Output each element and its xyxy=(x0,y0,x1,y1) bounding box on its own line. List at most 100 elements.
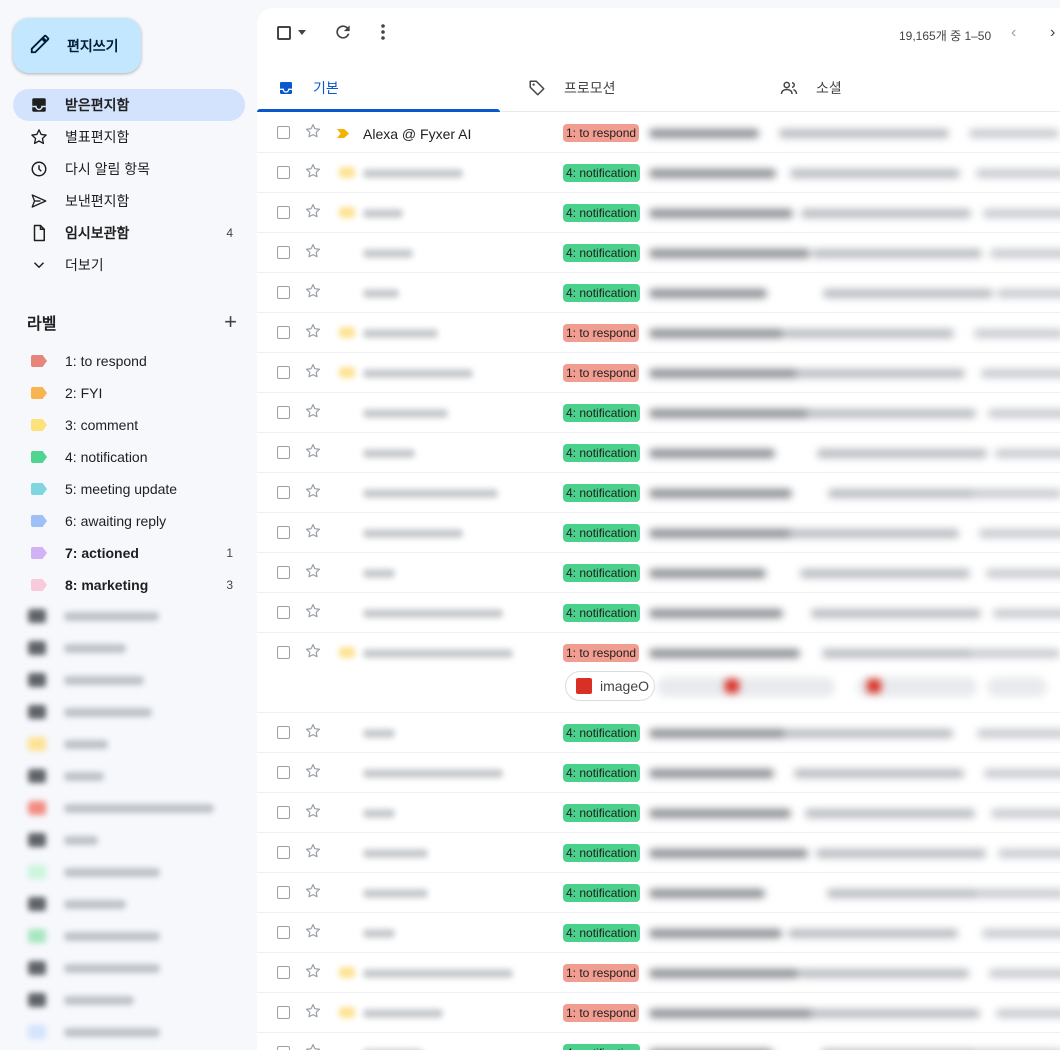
star-icon[interactable] xyxy=(304,122,322,140)
redacted-label-item[interactable] xyxy=(28,984,228,1016)
email-row[interactable]: 4: notification xyxy=(257,433,1060,473)
star-icon[interactable] xyxy=(304,162,322,180)
sidebar-item-draft[interactable]: 임시보관함 4 xyxy=(13,217,245,249)
redacted-label-item[interactable] xyxy=(28,760,228,792)
row-checkbox[interactable] xyxy=(277,966,290,979)
select-caret-icon[interactable] xyxy=(298,30,306,35)
compose-button[interactable]: 편지쓰기 xyxy=(13,18,141,73)
tab-promotions[interactable]: 프로모션 xyxy=(528,64,616,112)
prev-page-icon[interactable]: ‹ xyxy=(1011,24,1016,42)
sidebar-item-send[interactable]: 보낸편지함 xyxy=(13,185,245,217)
email-row[interactable]: 4: notification xyxy=(257,273,1060,313)
tab-primary[interactable]: 기본 xyxy=(277,64,339,112)
important-marker-icon[interactable] xyxy=(337,129,349,138)
label-item[interactable]: 3: comment xyxy=(13,409,245,441)
star-icon[interactable] xyxy=(304,842,322,860)
label-item[interactable]: 5: meeting update xyxy=(13,473,245,505)
star-icon[interactable] xyxy=(304,242,322,260)
row-checkbox[interactable] xyxy=(277,206,290,219)
star-icon[interactable] xyxy=(304,602,322,620)
email-row[interactable]: 4: notification xyxy=(257,713,1060,753)
email-row[interactable]: 1: to respond imageO xyxy=(257,633,1060,713)
row-checkbox[interactable] xyxy=(277,446,290,459)
email-row[interactable]: 4: notification xyxy=(257,513,1060,553)
email-row[interactable]: 4: notification xyxy=(257,393,1060,433)
row-checkbox[interactable] xyxy=(277,926,290,939)
label-item[interactable]: 1: to respond xyxy=(13,345,245,377)
important-marker-icon[interactable] xyxy=(339,167,355,178)
email-row[interactable]: 4: notification xyxy=(257,233,1060,273)
label-item[interactable]: 4: notification xyxy=(13,441,245,473)
email-row[interactable]: 4: notification xyxy=(257,833,1060,873)
redacted-label-item[interactable] xyxy=(28,792,228,824)
star-icon[interactable] xyxy=(304,202,322,220)
star-icon[interactable] xyxy=(304,522,322,540)
sidebar-item-chevron-down[interactable]: 더보기 xyxy=(13,249,245,281)
add-label-button[interactable]: + xyxy=(224,311,237,333)
tab-social[interactable]: 소셜 xyxy=(780,64,842,112)
row-checkbox[interactable] xyxy=(277,646,290,659)
star-icon[interactable] xyxy=(304,882,322,900)
important-marker-icon[interactable] xyxy=(339,647,355,658)
redacted-label-item[interactable] xyxy=(28,920,228,952)
sidebar-item-clock[interactable]: 다시 알림 항목 xyxy=(13,153,245,185)
label-item[interactable]: 6: awaiting reply xyxy=(13,505,245,537)
star-icon[interactable] xyxy=(304,642,322,660)
row-checkbox[interactable] xyxy=(277,806,290,819)
email-row[interactable]: 1: to respond xyxy=(257,353,1060,393)
email-row[interactable]: 4: notification xyxy=(257,1033,1060,1050)
sidebar-item-inbox[interactable]: 받은편지함 xyxy=(13,89,245,121)
row-checkbox[interactable] xyxy=(277,326,290,339)
row-checkbox[interactable] xyxy=(277,1006,290,1019)
select-all-checkbox[interactable] xyxy=(277,26,291,40)
star-icon[interactable] xyxy=(304,442,322,460)
email-row[interactable]: 4: notification xyxy=(257,473,1060,513)
row-checkbox[interactable] xyxy=(277,246,290,259)
star-icon[interactable] xyxy=(304,1042,322,1050)
star-icon[interactable] xyxy=(304,322,322,340)
row-checkbox[interactable] xyxy=(277,126,290,139)
email-row[interactable]: 4: notification xyxy=(257,593,1060,633)
row-checkbox[interactable] xyxy=(277,486,290,499)
email-row[interactable]: 1: to respond xyxy=(257,313,1060,353)
important-marker-icon[interactable] xyxy=(339,327,355,338)
star-icon[interactable] xyxy=(304,482,322,500)
star-icon[interactable] xyxy=(304,962,322,980)
row-checkbox[interactable] xyxy=(277,606,290,619)
row-checkbox[interactable] xyxy=(277,366,290,379)
redacted-label-item[interactable] xyxy=(28,952,228,984)
email-row[interactable]: 4: notification xyxy=(257,753,1060,793)
star-icon[interactable] xyxy=(304,562,322,580)
important-marker-icon[interactable] xyxy=(339,1007,355,1018)
email-row[interactable]: 1: to respond xyxy=(257,953,1060,993)
star-icon[interactable] xyxy=(304,802,322,820)
row-checkbox[interactable] xyxy=(277,286,290,299)
email-row[interactable]: 4: notification xyxy=(257,193,1060,233)
redacted-label-item[interactable] xyxy=(28,600,228,632)
redacted-label-item[interactable] xyxy=(28,632,228,664)
row-checkbox[interactable] xyxy=(277,886,290,899)
label-item[interactable]: 2: FYI xyxy=(13,377,245,409)
redacted-label-item[interactable] xyxy=(28,696,228,728)
row-checkbox[interactable] xyxy=(277,166,290,179)
star-icon[interactable] xyxy=(304,922,322,940)
important-marker-icon[interactable] xyxy=(339,367,355,378)
email-row[interactable]: 4: notification xyxy=(257,793,1060,833)
redacted-label-item[interactable] xyxy=(28,888,228,920)
email-row[interactable]: Alexa @ Fyxer AI 1: to respond xyxy=(257,113,1060,153)
email-row[interactable]: 1: to respond xyxy=(257,993,1060,1033)
row-checkbox[interactable] xyxy=(277,1046,290,1050)
redacted-label-item[interactable] xyxy=(28,1016,228,1048)
row-checkbox[interactable] xyxy=(277,726,290,739)
redacted-label-item[interactable] xyxy=(28,824,228,856)
redacted-label-item[interactable] xyxy=(28,856,228,888)
email-row[interactable]: 4: notification xyxy=(257,913,1060,953)
label-item[interactable]: 8: marketing 3 xyxy=(13,569,245,601)
row-checkbox[interactable] xyxy=(277,566,290,579)
email-row[interactable]: 4: notification xyxy=(257,553,1060,593)
star-icon[interactable] xyxy=(304,362,322,380)
refresh-icon[interactable] xyxy=(333,22,353,42)
star-icon[interactable] xyxy=(304,722,322,740)
email-row[interactable]: 4: notification xyxy=(257,153,1060,193)
row-checkbox[interactable] xyxy=(277,766,290,779)
